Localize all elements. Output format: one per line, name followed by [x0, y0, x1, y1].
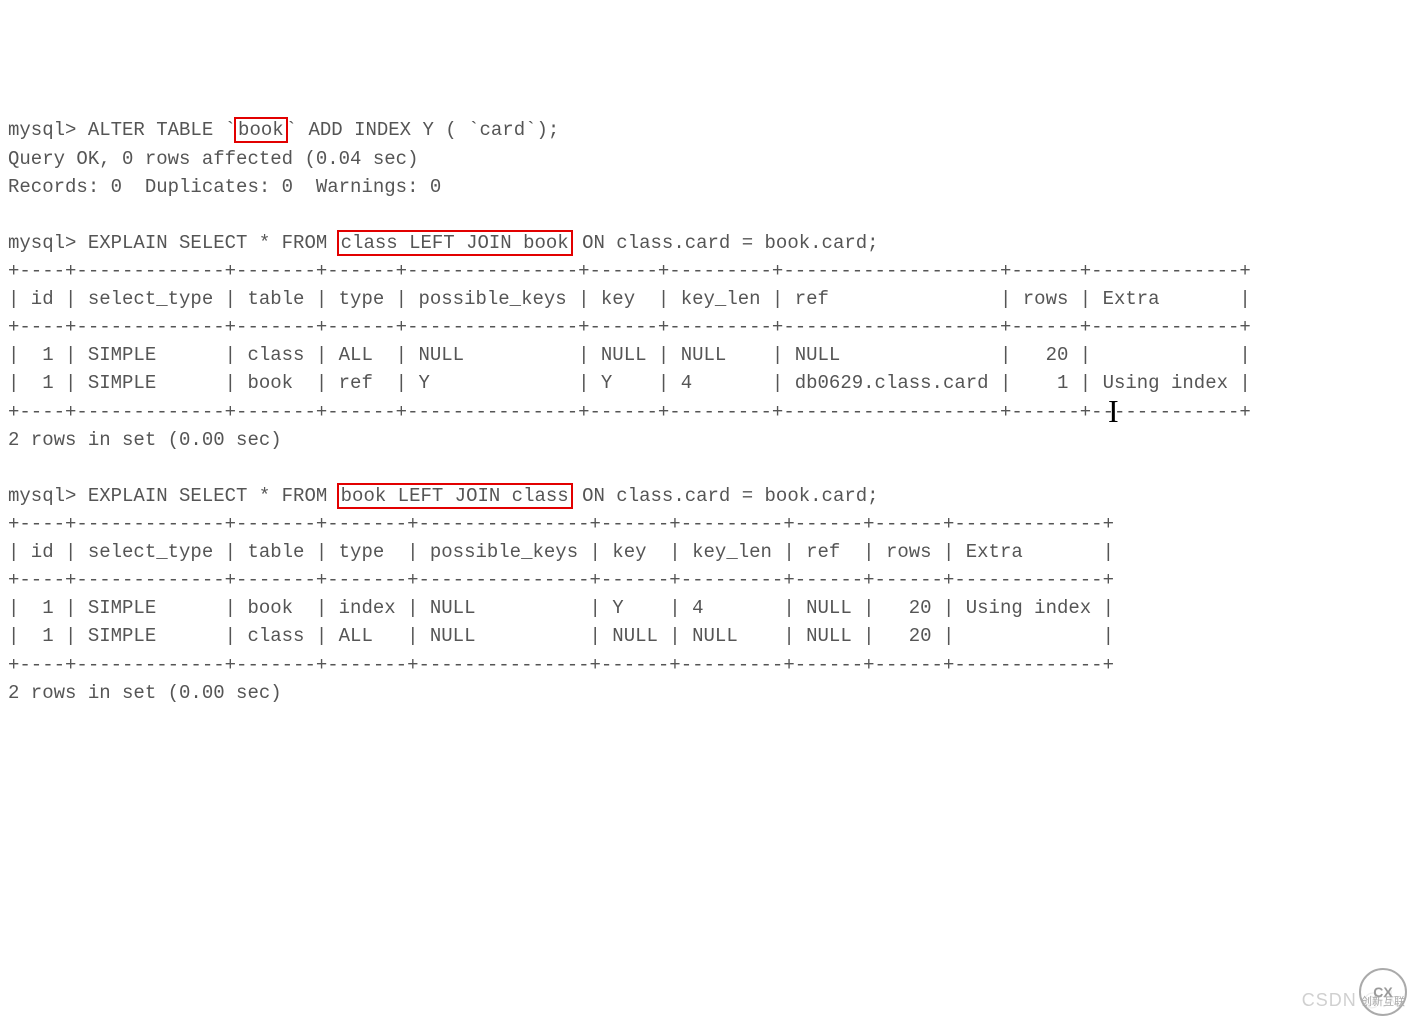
line-3: Records: 0 Duplicates: 0 Warnings: 0	[8, 176, 441, 198]
table1-header: | id | select_type | table | type | poss…	[8, 288, 1251, 310]
line-5-part2: ON class.card = book.card;	[571, 232, 879, 254]
line-1-part2: ` ADD INDEX Y ( `card`);	[286, 119, 560, 141]
table2-border-mid: +----+-------------+-------+-------+----…	[8, 569, 1114, 591]
highlight-book: book	[234, 117, 288, 143]
table1-border-mid: +----+-------------+-------+------+-----…	[8, 316, 1251, 338]
table1-status: 2 rows in set (0.00 sec)	[8, 429, 282, 451]
line-2: Query OK, 0 rows affected (0.04 sec)	[8, 148, 418, 170]
line-1-part1: mysql> ALTER TABLE `	[8, 119, 236, 141]
logo-subtext: 创新互联	[1361, 996, 1405, 1008]
table1-border-top: +----+-------------+-------+------+-----…	[8, 260, 1251, 282]
line-5-part1: mysql> EXPLAIN SELECT * FROM	[8, 232, 339, 254]
table1-row1: | 1 | SIMPLE | class | ALL | NULL | NULL…	[8, 344, 1251, 366]
table2-row1: | 1 | SIMPLE | book | index | NULL | Y |…	[8, 597, 1114, 619]
line-14-part1: mysql> EXPLAIN SELECT * FROM	[8, 485, 339, 507]
highlight-class-left-join-book: class LEFT JOIN book	[337, 230, 573, 256]
line-14-part2: ON class.card = book.card;	[571, 485, 879, 507]
table2-row2: | 1 | SIMPLE | class | ALL | NULL | NULL…	[8, 625, 1114, 647]
table2-status: 2 rows in set (0.00 sec)	[8, 682, 282, 704]
table2-border-bot: +----+-------------+-------+-------+----…	[8, 654, 1114, 676]
table2-header: | id | select_type | table | type | poss…	[8, 541, 1114, 563]
table1-row2: | 1 | SIMPLE | book | ref | Y | Y | 4 | …	[8, 372, 1251, 394]
logo-icon: CX	[1359, 968, 1407, 1016]
terminal-output: mysql> ALTER TABLE `book` ADD INDEX Y ( …	[8, 116, 1403, 706]
table2-border-top: +----+-------------+-------+-------+----…	[8, 513, 1114, 535]
highlight-book-left-join-class: book LEFT JOIN class	[337, 483, 573, 509]
table1-border-bot: +----+-------------+-------+------+-----…	[8, 401, 1251, 423]
